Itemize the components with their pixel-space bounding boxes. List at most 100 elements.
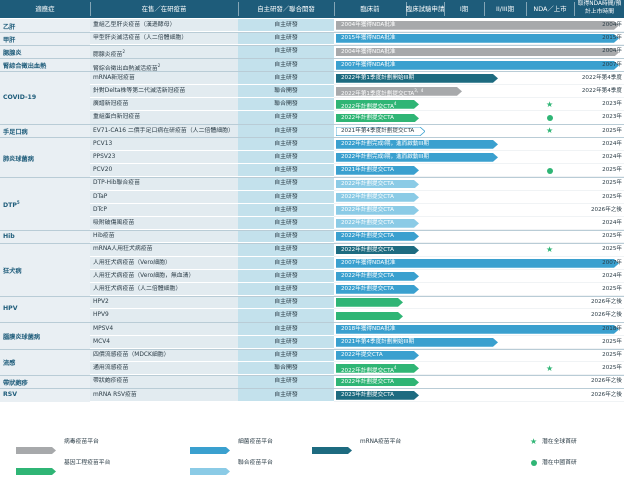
vaccine-name-text: DTP-Hib聯合疫苗 (93, 180, 141, 187)
group-divider (0, 242, 624, 244)
disease-label: 腎綜合徵出血熱 (3, 61, 46, 70)
stage-bar-label: 2007年獲得NDA批准 (341, 61, 395, 70)
stage-bar-text: 2004年獲得NDA批准 (341, 22, 396, 29)
group-cell (0, 137, 90, 151)
disease-label-text: 甲肝 (3, 36, 16, 44)
vaccine-name-text: 重組乙型肝炎疫苗（漢遜酵母） (93, 22, 176, 28)
vaccine-name-text: 帶狀皰疹疫苗 (93, 378, 129, 385)
disease-label-text: COVID-19 (3, 94, 37, 102)
vaccine-cell (90, 335, 238, 349)
disease-label: 乙肝 (3, 22, 15, 31)
legend-swatch (190, 439, 230, 454)
table-row: DTcP 自主研發 2022年計劃提交CTA 2026年之後 (0, 203, 624, 217)
stage-bar: 2022年計劃提交CTA4 (336, 364, 419, 374)
vaccine-name: 腮腺炎疫苗2 (93, 45, 125, 58)
vaccine-name-text: HPV9 (93, 312, 109, 319)
stage-bar-label: 2022年計劃提交CTA (341, 378, 394, 387)
header-phase23: II/III期 (496, 5, 514, 13)
header-phase1: I期 (459, 5, 469, 13)
table-row: MCV4 自主研發 2021年第4季度計劃開始III期 2025年 (0, 335, 624, 349)
vaccine-name: 重組乙型肝炎疫苗（漢遜酵母） (93, 19, 175, 32)
table-row: mRNA人用狂犬病疫苗 自主研發 2022年計劃提交CTA ★ 2025年 (0, 243, 624, 257)
vaccine-name: 人用狂犬病疫苗（Vero細胞） (93, 257, 171, 270)
dev-type: 自主研發 (274, 338, 298, 345)
stage-bar: 2021年第4季度計劃提交CTA (336, 126, 425, 136)
dev-type: 自主研發 (274, 233, 298, 240)
dev-type: 自主研發 (274, 35, 298, 42)
nda-time: 2026年之後 (590, 206, 622, 213)
legend-label: 潛在全球首研 (542, 439, 577, 445)
vaccine-name-text: mRNA人用狂犬病疫苗 (93, 246, 153, 253)
dev-type: 自主研發 (274, 154, 298, 160)
stage-bar: 2022年計劃提交CTA (336, 192, 419, 202)
stage-bar: 2021年計劃提交CTA (336, 166, 419, 176)
nda-time: 2025年 (602, 338, 622, 345)
header-time: 取得NDA時間/預計上市時間 (577, 1, 622, 15)
disease-label: RSV (3, 391, 17, 398)
header-nda: NDA／上市 (533, 5, 567, 13)
group-divider (0, 137, 624, 139)
nda-time: 2022年第4季度 (581, 88, 622, 94)
vaccine-name: 帶狀皰疹疫苗 (93, 375, 128, 388)
dev-type: 自主研發 (274, 127, 298, 134)
stage-bar-text: 2021年第4季度計劃提交CTA (341, 127, 415, 134)
vaccine-name: DTcP (93, 204, 107, 217)
table-row: 重組蛋白新冠疫苗 自主研發 2022年計劃提交CTA 2023年 (0, 111, 624, 125)
disease-label-text: 帶狀皰疹 (3, 380, 28, 387)
stage-bar-text: 2022年計劃提交CTA (341, 114, 394, 121)
legend-dot-icon (531, 459, 538, 467)
group-divider (0, 374, 624, 376)
nda-time: 2024年 (602, 154, 622, 160)
stage-bar: 2022年計劃提交CTA (336, 219, 419, 228)
group-divider (0, 58, 624, 60)
stage-bar-label: 2022年計劃提交CTA (341, 206, 394, 215)
disease-label-text: 手足口病 (3, 129, 28, 137)
footnote-mark: 3，4 (414, 88, 424, 94)
stage-bar-text: 2022年第1季度計劃開始III期 (341, 74, 415, 81)
disease-label-text: HPV (3, 305, 18, 313)
dev-type: 自主研發 (274, 140, 298, 147)
stage-bar-label: 2022年計劃完成I期，進而啟動III期 (341, 140, 429, 149)
vaccine-name-text: DTcP (93, 206, 107, 213)
dev-type: 自主研發 (274, 259, 298, 266)
vaccine-name: 重組蛋白新冠疫苗 (93, 111, 140, 124)
vaccine-name-text: 甲型肝炎滅活疫苗（人二倍體細胞） (93, 35, 188, 42)
vaccine-name-text: EV71-CA16 二價手足口病在研疫苗（人二倍體細胞） (93, 127, 234, 134)
stage-bar: 2023年計劃提交CTA (336, 390, 419, 400)
group-cell (0, 71, 90, 85)
group-cell (0, 243, 90, 257)
stage-bar-text: 2022年計劃提交CTA (341, 378, 394, 385)
dev-type: 自主研發 (274, 352, 298, 358)
vaccine-name-text: Hib疫苗 (93, 233, 115, 240)
vaccine-cell (90, 203, 238, 217)
stage-bar-text: 2022年第1季度計劃提交CTA (341, 91, 415, 98)
stage-bar-label: 2022年計劃提交CTA (341, 114, 394, 123)
stage-bar-text: 2021年計劃提交CTA (341, 167, 394, 174)
table-row: PPSV23 自主研發 2022年計劃完成I期，進而啟動III期 2024年 (0, 151, 624, 165)
stage-bar-label: 2022年提交CTA (341, 351, 383, 360)
group-divider (0, 348, 624, 350)
vaccine-name-text: 通用流感疫苗 (93, 365, 129, 372)
disease-label-text: 狂犬病 (3, 267, 22, 275)
nda-time: 2024年 (602, 272, 622, 279)
nda-time: 2015年 (602, 35, 622, 42)
vaccine-name: 吸附破傷風疫苗 (93, 217, 134, 230)
disease-label-text: Hib (3, 232, 15, 240)
global-first-star-icon: ★ (546, 126, 554, 136)
table-row: 人用狂犬病疫苗（Vero細胞，無血清） 自主研發 2022年計劃提交CTA 2024年 (0, 269, 624, 283)
stage-bar-text: 2022年提交CTA (341, 352, 383, 359)
stage-bar-label: 2018年獲得NDA批准 (341, 325, 395, 334)
table-header: 適應症 在售／在研疫苗 自主研發／聯合開發 臨床前 臨床試驗申請 I期 II/I… (0, 0, 624, 18)
dev-type: 自主研發 (274, 193, 298, 200)
vaccine-cell (90, 190, 238, 204)
nda-time: 2026年之後 (590, 312, 622, 319)
disease-label: COVID-19 (3, 94, 36, 101)
table-row: 帶狀皰疹疫苗 自主研發 2022年計劃提交CTA 2026年之後 (0, 375, 624, 389)
vaccine-name: 通用流感疫苗 (93, 362, 128, 375)
disease-label-text: 流感 (3, 360, 16, 368)
nda-time: 2025年 (602, 352, 622, 358)
nda-time: 2025年 (602, 233, 622, 240)
group-divider (0, 44, 624, 46)
nda-time: 2004年 (602, 48, 622, 55)
stage-bar-text: 2022年計劃完成I期，進而啟動III期 (341, 154, 429, 161)
